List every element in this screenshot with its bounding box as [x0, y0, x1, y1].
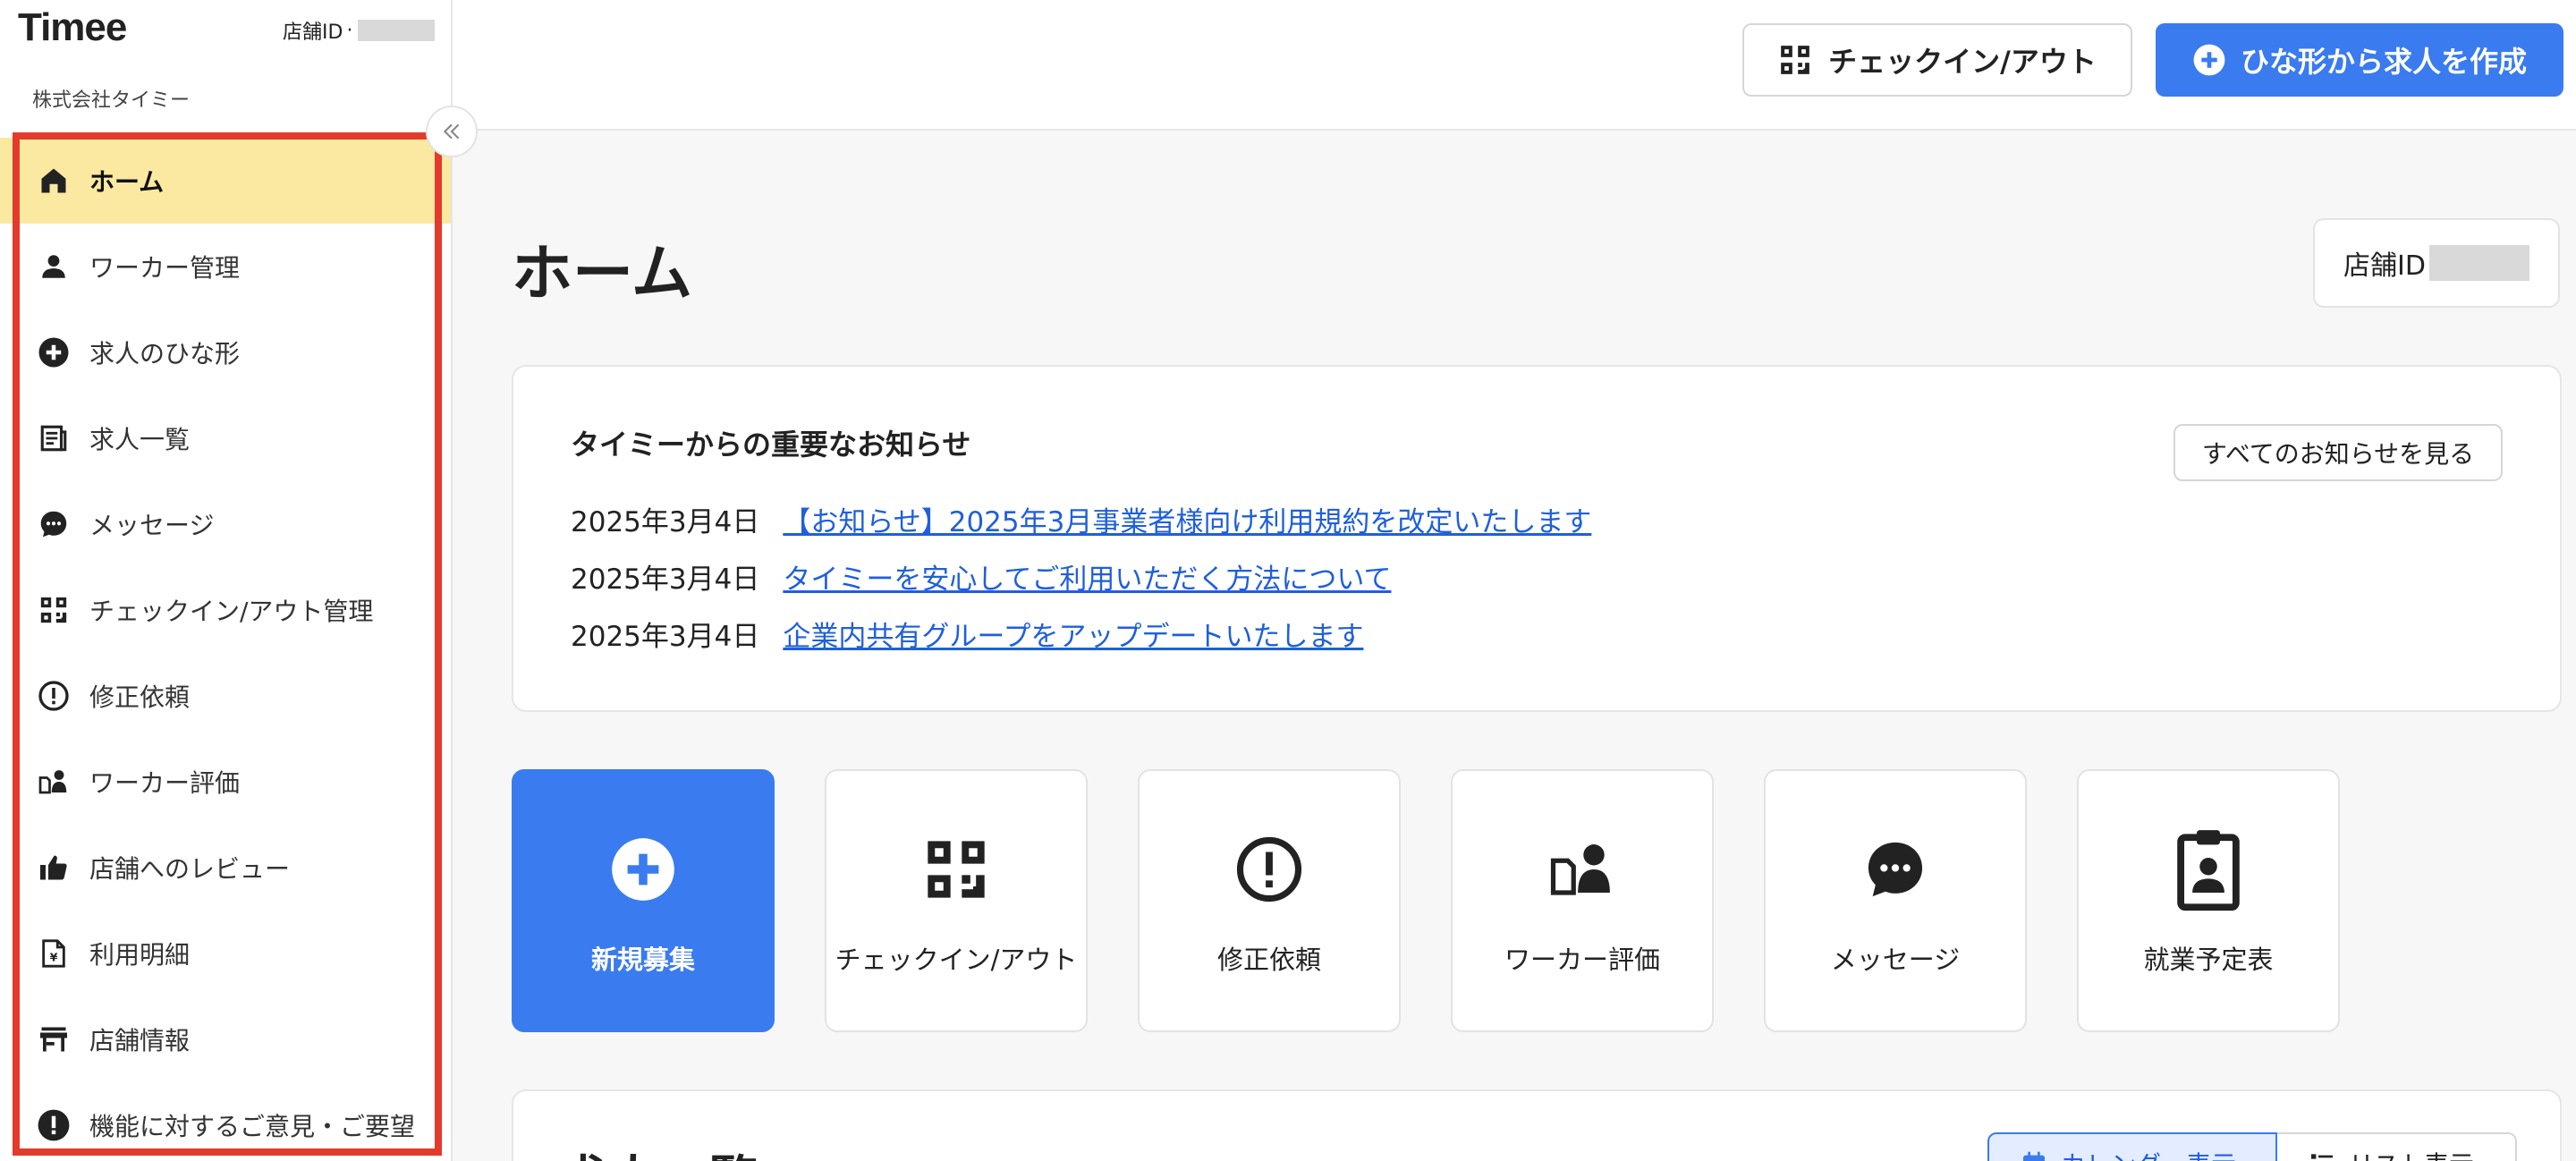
- list-view-label: リスト表示: [2349, 1146, 2474, 1161]
- svg-text:¥: ¥: [50, 952, 58, 965]
- notices-title: タイミーからの重要なお知らせ: [571, 428, 971, 462]
- see-all-notices-button[interactable]: すべてのお知らせを見る: [2174, 424, 2503, 481]
- sidebar-item-label: ワーカー評価: [89, 768, 241, 798]
- calendar-icon: [2020, 1149, 2048, 1161]
- tile-label: チェックイン/アウト: [835, 945, 1078, 975]
- calendar-view-label: カレンダー表示: [2061, 1146, 2236, 1161]
- sidebar: Timee 店舗ID · 株式会社タイミー ホーム ワーカー管理 求人のひな形: [0, 0, 453, 1161]
- double-chevron-left-icon: [440, 120, 463, 143]
- logo[interactable]: Timee: [18, 5, 127, 50]
- person-icon: [36, 249, 72, 284]
- worker-rating-icon: [36, 764, 72, 800]
- tile-checkin-checkout[interactable]: チェックイン/アウト: [825, 769, 1088, 1032]
- qr-code-icon: [920, 834, 992, 905]
- tile-label: メッセージ: [1830, 945, 1961, 975]
- sidebar-item-label: 店舗へのレビュー: [89, 854, 291, 884]
- sidebar-item-feedback[interactable]: 機能に対するご意見・ご要望: [0, 1082, 451, 1161]
- store-id-masked-value: [358, 20, 436, 41]
- tile-label: 就業予定表: [2143, 945, 2274, 975]
- create-button-label: ひな形から求人を作成: [2240, 45, 2527, 79]
- sidebar-item-label: ホーム: [89, 167, 165, 197]
- page-title: ホーム: [512, 239, 692, 309]
- sidebar-item-messages[interactable]: メッセージ: [0, 481, 451, 567]
- home-icon: [36, 163, 72, 199]
- sidebar-item-label: 求人一覧: [89, 425, 191, 454]
- sidebar-item-store-info[interactable]: 店舗情報: [0, 996, 451, 1082]
- checkin-button-label: チェックイン/アウト: [1828, 45, 2097, 79]
- job-list-title: 求人一覧: [558, 1140, 758, 1161]
- tile-worker-rating[interactable]: ワーカー評価: [1451, 769, 1714, 1032]
- alert-circle-icon: [1233, 834, 1305, 905]
- sidebar-item-store-reviews[interactable]: 店舗へのレビュー: [0, 825, 451, 911]
- store-id-label: 店舗ID: [283, 21, 343, 44]
- sidebar-item-label: 店舗情報: [89, 1026, 191, 1055]
- store-icon: [36, 1021, 72, 1057]
- store-id-masked-value: [2428, 245, 2529, 281]
- company-name: 株式会社タイミー: [32, 89, 191, 112]
- sidebar-item-correction-requests[interactable]: 修正依頼: [0, 653, 451, 739]
- notice-date: 2025年3月4日: [571, 621, 760, 653]
- store-id-box: 店舗ID: [2313, 218, 2560, 308]
- sidebar-item-job-templates[interactable]: 求人のひな形: [0, 309, 451, 395]
- thumbs-up-icon: [36, 850, 72, 886]
- notice-date: 2025年3月4日: [571, 506, 760, 538]
- list-view-icon: [2308, 1149, 2336, 1161]
- sidebar-item-label: 機能に対するご意見・ご要望: [89, 1112, 416, 1141]
- invoice-icon: ¥: [36, 936, 72, 971]
- store-id-separator: ·: [346, 19, 353, 42]
- qr-code-icon: [36, 592, 72, 628]
- alert-circle-icon: [36, 678, 72, 714]
- chat-icon: [36, 506, 72, 542]
- tile-label: ワーカー評価: [1504, 945, 1660, 975]
- job-list-card: 求人一覧 カレンダー表示 リスト表示: [512, 1089, 2562, 1161]
- tile-messages[interactable]: メッセージ: [1764, 769, 2027, 1032]
- sidebar-item-label: 利用明細: [89, 940, 191, 970]
- tile-label: 修正依頼: [1216, 945, 1321, 975]
- notice-link[interactable]: 企業内共有グループをアップデートいたします: [783, 614, 1363, 654]
- plus-circle-icon: [36, 335, 72, 370]
- sidebar-item-label: メッセージ: [89, 511, 215, 540]
- checkin-checkout-button[interactable]: チェックイン/アウト: [1742, 23, 2132, 97]
- notice-item: 2025年3月4日 【お知らせ】2025年3月事業者様向け利用規約を改定いたしま…: [571, 499, 1591, 539]
- top-header: チェックイン/アウト ひな形から求人を作成: [453, 0, 2576, 131]
- sidebar-item-job-list[interactable]: 求人一覧: [0, 395, 451, 481]
- sidebar-item-billing[interactable]: ¥ 利用明細: [0, 911, 451, 996]
- worker-rating-icon: [1546, 834, 1618, 905]
- sidebar-item-label: チェックイン/アウト管理: [89, 597, 374, 626]
- tile-correction-requests[interactable]: 修正依頼: [1138, 769, 1401, 1032]
- tile-new-recruitment[interactable]: 新規募集: [512, 769, 775, 1032]
- important-notices-card: タイミーからの重要なお知らせ すべてのお知らせを見る 2025年3月4日 【お知…: [512, 365, 2562, 712]
- tile-label: 新規募集: [590, 945, 695, 975]
- plus-circle-icon: [2192, 43, 2226, 77]
- sidebar-item-label: 修正依頼: [89, 682, 191, 712]
- notice-item: 2025年3月4日 企業内共有グループをアップデートいたします: [571, 614, 1363, 654]
- notice-item: 2025年3月4日 タイミーを安心してご利用いただく方法について: [571, 556, 1391, 597]
- store-id-header: 店舗ID ·: [283, 16, 436, 45]
- notice-link[interactable]: タイミーを安心してご利用いただく方法について: [783, 556, 1391, 597]
- sidebar-item-worker-management[interactable]: ワーカー管理: [0, 224, 451, 309]
- collapse-sidebar-button[interactable]: [426, 106, 478, 157]
- quick-action-tiles: 新規募集 チェックイン/アウト 修正依頼 ワーカー評価 メッセージ 就業予定表: [512, 769, 2390, 1032]
- clipboard-icon: [2173, 830, 2244, 911]
- plus-circle-icon: [607, 834, 679, 905]
- sidebar-item-label: 求人のひな形: [89, 339, 241, 369]
- sidebar-nav: ホーム ワーカー管理 求人のひな形 求人一覧 メッセージ チェックイン/アウト管…: [0, 138, 451, 1161]
- calendar-view-toggle[interactable]: カレンダー表示: [1987, 1132, 2277, 1161]
- store-id-label: 店舗ID: [2343, 250, 2426, 282]
- qr-code-icon: [1778, 43, 1812, 77]
- sidebar-item-label: ワーカー管理: [89, 253, 241, 283]
- sidebar-item-home[interactable]: ホーム: [0, 138, 451, 224]
- tile-work-schedule[interactable]: 就業予定表: [2077, 769, 2340, 1032]
- list-icon: [36, 420, 72, 456]
- notice-date: 2025年3月4日: [571, 564, 760, 596]
- list-view-toggle[interactable]: リスト表示: [2277, 1132, 2517, 1161]
- feedback-icon: [36, 1107, 72, 1143]
- chat-icon: [1860, 834, 1931, 905]
- sidebar-item-checkin-management[interactable]: チェックイン/アウト管理: [0, 567, 451, 653]
- notice-link[interactable]: 【お知らせ】2025年3月事業者様向け利用規約を改定いたします: [783, 499, 1591, 539]
- create-job-from-template-button[interactable]: ひな形から求人を作成: [2156, 23, 2563, 97]
- sidebar-item-worker-rating[interactable]: ワーカー評価: [0, 739, 451, 825]
